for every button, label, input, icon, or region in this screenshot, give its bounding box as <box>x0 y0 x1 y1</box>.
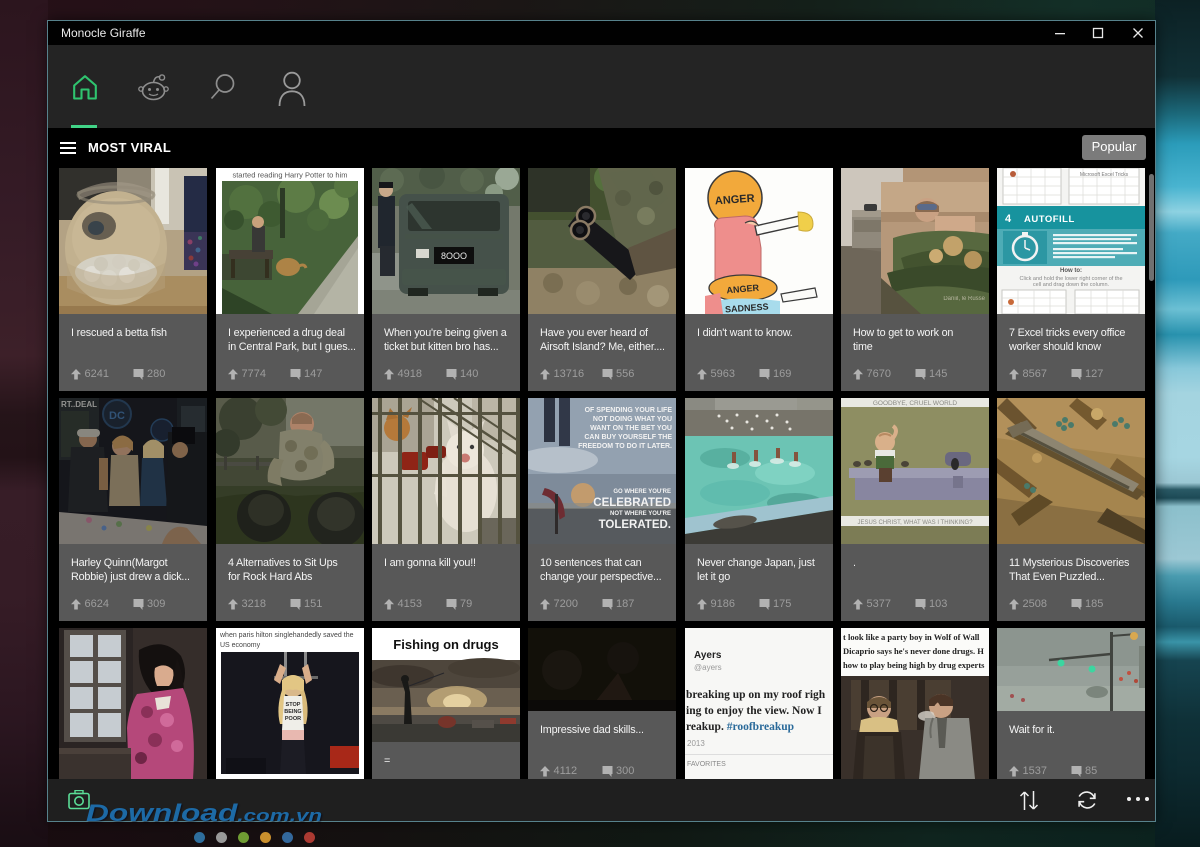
svg-text:Ayers: Ayers <box>694 650 722 661</box>
svg-text:@ayers: @ayers <box>694 663 722 672</box>
svg-text:JESUS CHRIST, WHAT WAS I THINK: JESUS CHRIST, WHAT WAS I THINKING? <box>857 520 973 526</box>
svg-text:breaking up on my roof righ: breaking up on my roof righ <box>686 689 826 701</box>
svg-text:cell and drag down the column.: cell and drag down the column. <box>1033 282 1110 288</box>
svg-text:2013: 2013 <box>687 739 705 748</box>
svg-text:4: 4 <box>1005 213 1012 225</box>
svg-text:t look like a party boy in Wol: t look like a party boy in Wolf of Wall <box>843 632 980 642</box>
svg-text:reakup. #roofbreakup: reakup. #roofbreakup <box>686 721 794 733</box>
svg-text:Microsoft Excel Tricks: Microsoft Excel Tricks <box>1080 172 1129 178</box>
svg-text:Dicaprio says he's never done: Dicaprio says he's never done drugs. H <box>843 646 984 656</box>
svg-text:NOT DOING WHAT YOU: NOT DOING WHAT YOU <box>593 416 672 423</box>
svg-text:GO WHERE YOU'RE: GO WHERE YOU'RE <box>613 489 671 495</box>
svg-text:ing to enjoy the view. Now I: ing to enjoy the view. Now I <box>686 705 822 717</box>
svg-text:when paris hilton singlehanded: when paris hilton singlehandedly saved t… <box>219 632 354 639</box>
svg-text:TOLERATED.: TOLERATED. <box>599 519 671 531</box>
svg-text:AUTOFILL: AUTOFILL <box>1024 214 1075 225</box>
svg-text:POOR: POOR <box>285 716 301 722</box>
svg-text:NOT WHERE YOU'RE: NOT WHERE YOU'RE <box>610 511 671 517</box>
svg-text:Fishing on drugs: Fishing on drugs <box>393 637 498 652</box>
svg-text:Daniil, le Russe: Daniil, le Russe <box>943 296 985 302</box>
svg-text:OF SPENDING YOUR LIFE: OF SPENDING YOUR LIFE <box>585 407 673 414</box>
svg-text:US economy: US economy <box>220 642 261 649</box>
svg-text:FREEDOM TO DO IT LATER.: FREEDOM TO DO IT LATER. <box>578 443 672 450</box>
svg-text:GOODBYE, CRUEL WORLD: GOODBYE, CRUEL WORLD <box>873 400 958 407</box>
svg-text:FAVORITES: FAVORITES <box>687 761 726 768</box>
svg-text:started reading Harry Potter t: started reading Harry Potter to him <box>232 171 347 180</box>
svg-text:CAN BUY YOURSELF THE: CAN BUY YOURSELF THE <box>584 434 672 441</box>
svg-text:BEING: BEING <box>284 709 301 715</box>
svg-text:8OOO: 8OOO <box>441 251 467 261</box>
svg-text:STOP: STOP <box>286 702 301 708</box>
svg-text:CELEBRATED: CELEBRATED <box>593 497 671 509</box>
svg-text:WANT ON THE BET YOU: WANT ON THE BET YOU <box>590 425 672 432</box>
svg-text:how to play being high by drug: how to play being high by drug experts <box>843 660 985 670</box>
svg-text:How to:: How to: <box>1060 268 1082 274</box>
